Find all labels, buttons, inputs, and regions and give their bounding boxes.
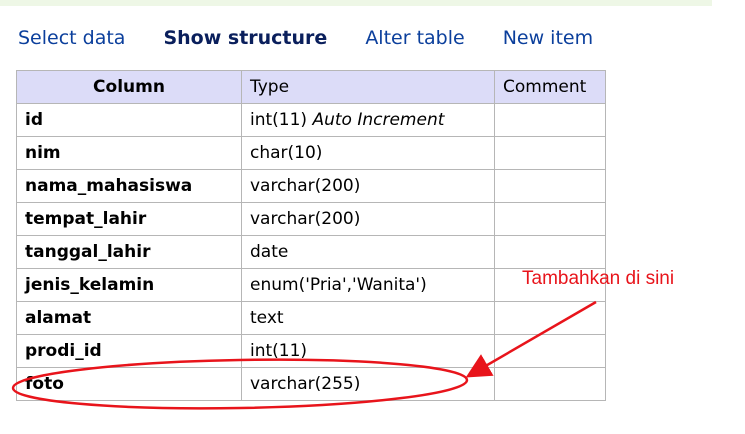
table-row: jenis_kelamin enum('Pria','Wanita'): [16, 268, 606, 302]
type-cell: enum('Pria','Wanita'): [241, 268, 495, 302]
column-name-cell: prodi_id: [16, 334, 242, 368]
comment-cell: [494, 235, 606, 269]
annotation-label: Tambahkan di sini: [522, 268, 675, 289]
type-cell: varchar(255): [241, 367, 495, 401]
column-name-cell: tanggal_lahir: [16, 235, 242, 269]
top-bar: [0, 0, 712, 6]
column-name-cell: tempat_lahir: [16, 202, 242, 236]
type-cell: int(11) Auto Increment: [241, 103, 495, 137]
comment-cell: [494, 367, 606, 401]
table-header-row: Column Type Comment: [16, 70, 606, 104]
table-actions-nav: Select data Show structure Alter table N…: [18, 24, 631, 52]
comment-cell: [494, 103, 606, 137]
type-cell: text: [241, 301, 495, 335]
new-item-link[interactable]: New item: [503, 27, 593, 49]
column-header: Column: [16, 70, 242, 104]
table-row: tempat_lahir varchar(200): [16, 202, 606, 236]
comment-cell: [494, 301, 606, 335]
column-name-cell: foto: [16, 367, 242, 401]
type-header: Type: [241, 70, 495, 104]
comment-cell: [494, 334, 606, 368]
table-row: nim char(10): [16, 136, 606, 170]
structure-table: Column Type Comment id int(11) Auto Incr…: [16, 70, 606, 401]
table-row: foto varchar(255): [16, 367, 606, 401]
type-cell: int(11): [241, 334, 495, 368]
show-structure-link[interactable]: Show structure: [163, 27, 327, 49]
column-name-cell: alamat: [16, 301, 242, 335]
column-name-cell: nim: [16, 136, 242, 170]
type-cell: char(10): [241, 136, 495, 170]
select-data-link[interactable]: Select data: [18, 27, 125, 49]
table-row: prodi_id int(11): [16, 334, 606, 368]
table-row: id int(11) Auto Increment: [16, 103, 606, 137]
comment-header: Comment: [494, 70, 606, 104]
alter-table-link[interactable]: Alter table: [365, 27, 464, 49]
table-row: tanggal_lahir date: [16, 235, 606, 269]
type-cell: date: [241, 235, 495, 269]
type-cell: varchar(200): [241, 169, 495, 203]
type-value: int(11): [250, 110, 308, 130]
comment-cell: [494, 136, 606, 170]
type-cell: varchar(200): [241, 202, 495, 236]
column-name-cell: nama_mahasiswa: [16, 169, 242, 203]
table-row: nama_mahasiswa varchar(200): [16, 169, 606, 203]
auto-increment-note: Auto Increment: [312, 110, 445, 130]
column-name-cell: jenis_kelamin: [16, 268, 242, 302]
comment-cell: [494, 169, 606, 203]
column-name-cell: id: [16, 103, 242, 137]
table-row: alamat text: [16, 301, 606, 335]
comment-cell: [494, 202, 606, 236]
